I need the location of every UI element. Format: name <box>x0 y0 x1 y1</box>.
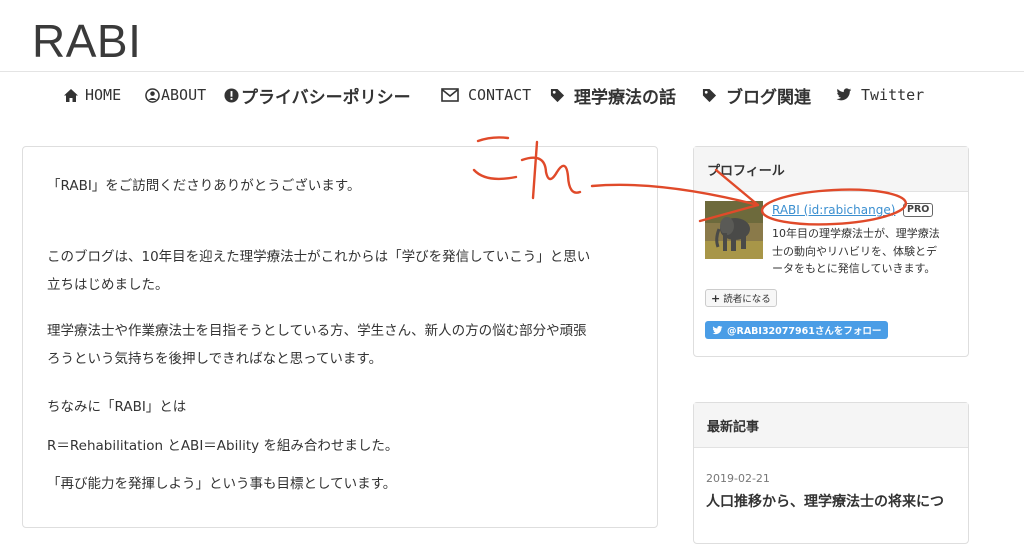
twitter-follow-label: @RABI32077961さんをフォロー <box>727 326 882 337</box>
profile-description-line: ータをもとに発信していきます。 <box>772 262 936 275</box>
nav-item-home[interactable]: HOME <box>63 82 121 108</box>
avatar[interactable] <box>705 201 763 259</box>
nav-label-home: HOME <box>85 86 122 104</box>
recent-posts-heading: 最新記事 <box>694 403 968 448</box>
profile-name-link[interactable]: RABI (id:rabichange) <box>772 203 895 217</box>
home-icon <box>64 88 78 102</box>
profile-heading: プロフィール <box>694 147 968 192</box>
envelope-icon <box>441 88 459 102</box>
article-paragraph: 「RABI」をご訪問くださりありがとうございます。 <box>47 178 361 194</box>
nav-item-blog[interactable]: ブログ関連 <box>702 82 811 108</box>
tag-icon <box>550 88 565 102</box>
annotation-stroke <box>476 136 510 143</box>
exclamation-circle-icon <box>224 87 239 103</box>
post-title-link[interactable]: 人口推移から、理学療法士の将来につ <box>706 491 944 511</box>
article-paragraph: 「再び能力を発揮しよう」という事も目標としています。 <box>47 476 397 492</box>
article-card: 「RABI」をご訪問くださりありがとうございます。 このブログは、10年目を迎え… <box>22 146 658 528</box>
article-paragraph: ろうという気持ちを後押しできればなと思っています。 <box>47 351 383 367</box>
profile-description-line: 10年目の理学療法士が、理学療法 <box>772 227 940 240</box>
nav-item-physical-therapy[interactable]: 理学療法の話 <box>550 82 676 108</box>
user-circle-icon <box>145 87 160 103</box>
nav-label-about: ABOUT <box>161 86 207 104</box>
nav-item-privacy[interactable]: プライバシーポリシー <box>224 82 411 108</box>
recent-posts-widget: 最新記事 2019-02-21 人口推移から、理学療法士の将来につ <box>693 402 969 544</box>
profile-description-line: 士の動向やリハビリを、体験とデ <box>772 244 937 258</box>
nav-label-privacy: プライバシーポリシー <box>241 87 411 108</box>
twitter-icon <box>712 325 723 334</box>
nav-item-twitter[interactable]: Twitter <box>836 82 924 108</box>
header-divider <box>0 71 1024 72</box>
nav-item-about[interactable]: ABOUT <box>145 82 206 108</box>
nav-label-physical-therapy: 理学療法の話 <box>574 87 676 108</box>
pro-badge: PRO <box>903 203 934 217</box>
global-nav: HOME ABOUT プライバシーポリシー CONTACT 理学療法の話 ブログ… <box>0 82 1024 108</box>
profile-description: 10年目の理学療法士が、理学療法 士の動向やリハビリを、体験とデ ータをもとに発… <box>772 225 954 278</box>
article-paragraph: ちなみに「RABI」とは <box>47 399 187 415</box>
tag-icon <box>702 88 717 102</box>
subscribe-button[interactable]: + 読者になる <box>705 289 777 307</box>
profile-widget: プロフィール RABI (id:rabichange) PRO 10年目の理学療… <box>693 146 969 357</box>
article-paragraph: 立ちはじめました。 <box>47 277 169 293</box>
nav-item-contact[interactable]: CONTACT <box>441 82 531 108</box>
twitter-icon <box>836 88 852 101</box>
twitter-follow-button[interactable]: @RABI32077961さんをフォロー <box>705 321 889 339</box>
site-title[interactable]: RABI <box>32 14 141 68</box>
subscribe-button-label: 読者になる <box>723 294 771 305</box>
article-paragraph: 理学療法士や作業療法士を目指そうとしている方、学生さん、新人の方の悩む部分や頑張 <box>47 323 587 339</box>
nav-label-twitter: Twitter <box>861 86 925 104</box>
article-paragraph: R＝Rehabilitation とABI＝Ability を組み合わせました。 <box>47 438 399 454</box>
plus-icon: + <box>711 291 721 305</box>
nav-label-contact: CONTACT <box>468 86 532 104</box>
post-date: 2019-02-21 <box>706 472 770 485</box>
article-paragraph: このブログは、10年目を迎えた理学療法士がこれからは「学びを発信していこう」と思… <box>47 249 591 265</box>
nav-label-blog: ブログ関連 <box>726 87 811 108</box>
